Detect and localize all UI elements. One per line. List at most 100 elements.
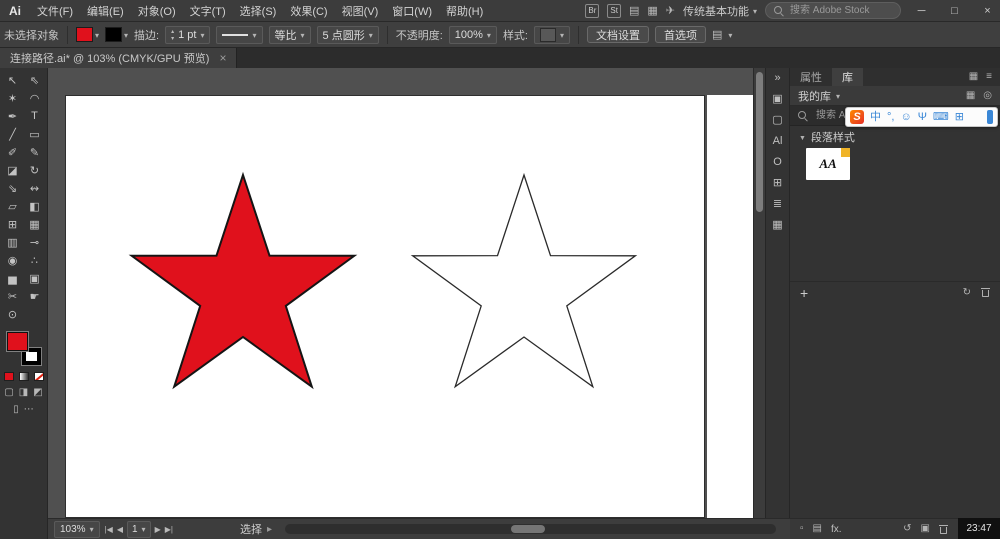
blend-tool[interactable]: ◉ <box>2 251 24 269</box>
delete-icon[interactable] <box>981 287 990 298</box>
eyedropper-tool[interactable]: ⊸ <box>24 233 46 251</box>
edit-toolbar-button[interactable] <box>24 405 34 415</box>
menu-help[interactable]: 帮助(H) <box>439 3 490 19</box>
fill-color-picker[interactable] <box>76 27 99 42</box>
document-layout-icon[interactable]: ▦ <box>647 4 657 17</box>
menu-type[interactable]: 文字(T) <box>183 3 233 19</box>
export-panel-icon[interactable]: ▣ <box>772 94 782 105</box>
transform-panel-icon[interactable]: ▦ <box>772 220 782 231</box>
menu-file[interactable]: 文件(F) <box>30 3 80 19</box>
share-icon[interactable]: ✈ <box>666 4 675 17</box>
slice-tool[interactable]: ✂ <box>2 287 24 305</box>
panel-delete-icon[interactable] <box>939 524 948 535</box>
perspective-grid-tool[interactable]: ⊞ <box>2 215 24 233</box>
color-mode-button[interactable] <box>4 372 14 381</box>
magic-wand-tool[interactable]: ✶ <box>2 89 24 107</box>
sync-icon[interactable] <box>963 288 971 298</box>
draw-normal-button[interactable] <box>4 388 13 398</box>
stock-button[interactable]: St <box>607 4 621 18</box>
hand-tool[interactable]: ☛ <box>24 287 46 305</box>
appearance-panel-icon[interactable]: O <box>773 157 782 168</box>
fill-color-well[interactable] <box>7 332 28 351</box>
next-artboard-button[interactable]: ▶ <box>155 525 161 534</box>
paragraph-style-item[interactable]: AA <box>806 148 850 180</box>
libraries-panel-icon[interactable]: Al <box>773 136 783 147</box>
artboards-panel-icon[interactable]: ▢ <box>772 115 782 126</box>
mesh-tool[interactable]: ▦ <box>24 215 46 233</box>
document-setup-button[interactable]: 文档设置 <box>587 26 649 43</box>
brush-definition-combo[interactable]: 5 点圆形 <box>317 26 379 44</box>
panel-grid-icon[interactable] <box>969 72 978 82</box>
menu-object[interactable]: 对象(O) <box>131 3 183 19</box>
previous-artboard-button[interactable]: ◀ <box>117 525 123 534</box>
control-panel-menu-icon[interactable] <box>712 28 722 41</box>
opacity-combo[interactable]: 100% <box>449 26 497 44</box>
screen-mode-button[interactable] <box>13 405 19 415</box>
lasso-tool[interactable]: ◠ <box>24 89 46 107</box>
bridge-button[interactable]: Br <box>585 4 599 18</box>
stroke-width-combo[interactable]: 1 pt <box>165 26 210 44</box>
add-content-button[interactable]: + <box>800 286 808 300</box>
scale-tool[interactable]: ⇘ <box>2 179 24 197</box>
shape-builder-tool[interactable]: ◧ <box>24 197 46 215</box>
horizontal-scrollbar[interactable] <box>285 524 776 534</box>
symbol-sprayer-tool[interactable]: ∴ <box>24 251 46 269</box>
column-graph-tool[interactable]: ▅ <box>2 269 24 287</box>
stroke-color-picker[interactable] <box>105 27 128 42</box>
gradient-tool[interactable]: ▥ <box>2 233 24 251</box>
library-selector[interactable]: 我的库 <box>798 88 840 104</box>
first-artboard-button[interactable]: |◀ <box>105 525 113 534</box>
ime-mic-icon[interactable]: Ψ <box>918 112 927 123</box>
preferences-button[interactable]: 首选项 <box>655 26 706 43</box>
zoom-level-combo[interactable]: 103% <box>54 521 100 538</box>
new-item-icon[interactable] <box>921 524 930 534</box>
artboard-tool[interactable]: ▣ <box>24 269 46 287</box>
stroke-style-combo[interactable] <box>216 26 262 44</box>
pen-tool[interactable]: ✒ <box>2 107 24 125</box>
sogou-logo[interactable]: S <box>850 110 864 124</box>
maximize-button[interactable]: □ <box>942 0 967 22</box>
fx-button[interactable]: fx. <box>831 524 842 535</box>
pencil-tool[interactable]: ✎ <box>24 143 46 161</box>
close-button[interactable]: × <box>975 0 1000 22</box>
horizontal-scrollbar-thumb[interactable] <box>511 525 545 533</box>
draw-behind-button[interactable] <box>19 388 28 398</box>
tab-libraries[interactable]: 库 <box>832 68 863 86</box>
artboard-number-combo[interactable]: 1 <box>127 521 151 538</box>
line-segment-tool[interactable]: ╱ <box>2 125 24 143</box>
step-up-icon[interactable] <box>171 28 174 35</box>
minimize-button[interactable]: ─ <box>909 0 934 22</box>
menu-select[interactable]: 选择(S) <box>233 3 284 19</box>
vertical-scrollbar-thumb[interactable] <box>756 72 763 212</box>
eraser-tool[interactable]: ◪ <box>2 161 24 179</box>
menu-window[interactable]: 窗口(W) <box>385 3 439 19</box>
rotate-tool[interactable]: ↻ <box>24 161 46 179</box>
last-artboard-button[interactable]: ▶| <box>165 525 173 534</box>
ime-toolbox-icon[interactable]: ⊞ <box>955 112 964 123</box>
menu-view[interactable]: 视图(V) <box>335 3 386 19</box>
paintbrush-tool[interactable]: ✐ <box>2 143 24 161</box>
layers-panel-icon[interactable]: ≣ <box>773 199 782 210</box>
cc-sync-icon[interactable] <box>983 91 992 101</box>
ime-chinese-mode[interactable]: 中 <box>870 112 881 123</box>
rectangle-tool[interactable]: ▭ <box>24 125 46 143</box>
tab-properties[interactable]: 属性 <box>790 68 832 86</box>
arrange-documents-icon[interactable]: ▤ <box>629 4 639 17</box>
ime-punctuation-icon[interactable]: °, <box>887 112 894 123</box>
zoom-tool[interactable]: ⊙ <box>2 305 24 323</box>
step-down-icon[interactable] <box>171 35 174 42</box>
menu-edit[interactable]: 编辑(E) <box>80 3 131 19</box>
red-star[interactable] <box>132 175 355 387</box>
width-tool[interactable]: ↭ <box>24 179 46 197</box>
canvas[interactable] <box>48 68 765 518</box>
appearance-list-icon[interactable] <box>813 524 822 534</box>
draw-inside-button[interactable] <box>33 388 42 398</box>
tab-close-icon[interactable]: × <box>219 51 226 65</box>
illustrator-logo[interactable]: Ai <box>0 4 30 18</box>
stock-search-input[interactable] <box>788 4 892 17</box>
ime-keyboard-icon[interactable]: ⌨ <box>933 112 949 123</box>
document-tab[interactable]: 连接路径.ai* @ 103% (CMYK/GPU 预览) × <box>0 48 237 68</box>
status-flyout-icon[interactable] <box>267 524 272 535</box>
paragraph-styles-section[interactable]: 段落样式 <box>790 128 1000 145</box>
width-profile-combo[interactable]: 等比 <box>269 26 311 44</box>
